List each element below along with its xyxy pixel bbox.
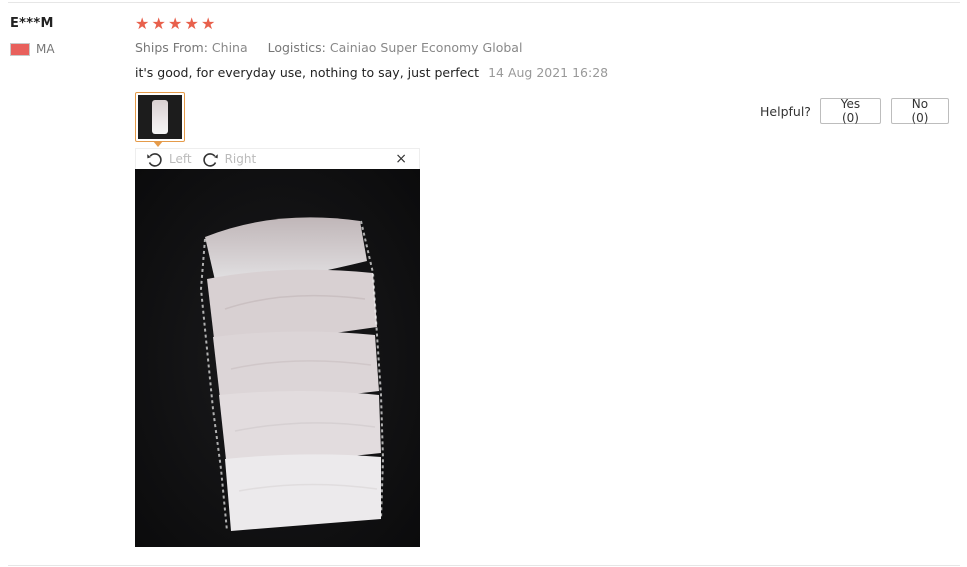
star-rating: ★ ★ ★ ★ ★	[135, 14, 218, 34]
review-photo-image	[135, 169, 420, 547]
top-divider	[8, 2, 960, 3]
rotate-right-button[interactable]: Right	[202, 152, 257, 167]
star-icon: ★	[168, 14, 183, 33]
reviewer-country: MA	[10, 42, 55, 56]
logistics-label: Logistics:	[267, 40, 326, 55]
flag-icon	[10, 42, 30, 56]
reviewer-name: E***M	[10, 16, 54, 31]
ships-from-label: Ships From:	[135, 40, 208, 55]
review-content: it's good, for everyday use, nothing to …	[135, 65, 608, 80]
rotate-left-label: Left	[169, 152, 192, 166]
rotate-right-icon	[202, 152, 218, 167]
bottom-divider	[8, 565, 960, 566]
review-photo-thumbnail[interactable]	[135, 92, 185, 142]
review-date: 14 Aug 2021 16:28	[488, 65, 609, 80]
star-icon: ★	[151, 14, 166, 33]
review-text: it's good, for everyday use, nothing to …	[135, 65, 480, 80]
helpful-no-button[interactable]: No (0)	[890, 97, 949, 125]
ships-from-value: China	[211, 40, 248, 55]
star-icon: ★	[201, 14, 216, 33]
helpful-vote: Helpful? Yes (0) No (0)	[760, 97, 949, 125]
rotate-right-label: Right	[224, 152, 257, 166]
thumbnail-image	[138, 95, 182, 139]
logistics-value: Cainiao Super Economy Global	[329, 40, 523, 55]
thumbnail-selected-caret	[153, 141, 163, 147]
order-info: Ships From: China Logistics: Cainiao Sup…	[135, 40, 522, 55]
helpful-yes-button[interactable]: Yes (0)	[819, 97, 881, 125]
star-icon: ★	[184, 14, 199, 33]
rotate-left-button[interactable]: Left	[146, 152, 192, 167]
country-code: MA	[36, 42, 55, 56]
review-photo-large	[135, 169, 420, 547]
star-icon: ★	[135, 14, 150, 33]
image-viewer-toolbar: Left Right ×	[135, 148, 420, 169]
helpful-label: Helpful?	[760, 103, 811, 119]
rotate-left-icon	[147, 152, 162, 167]
close-icon[interactable]: ×	[395, 151, 407, 167]
